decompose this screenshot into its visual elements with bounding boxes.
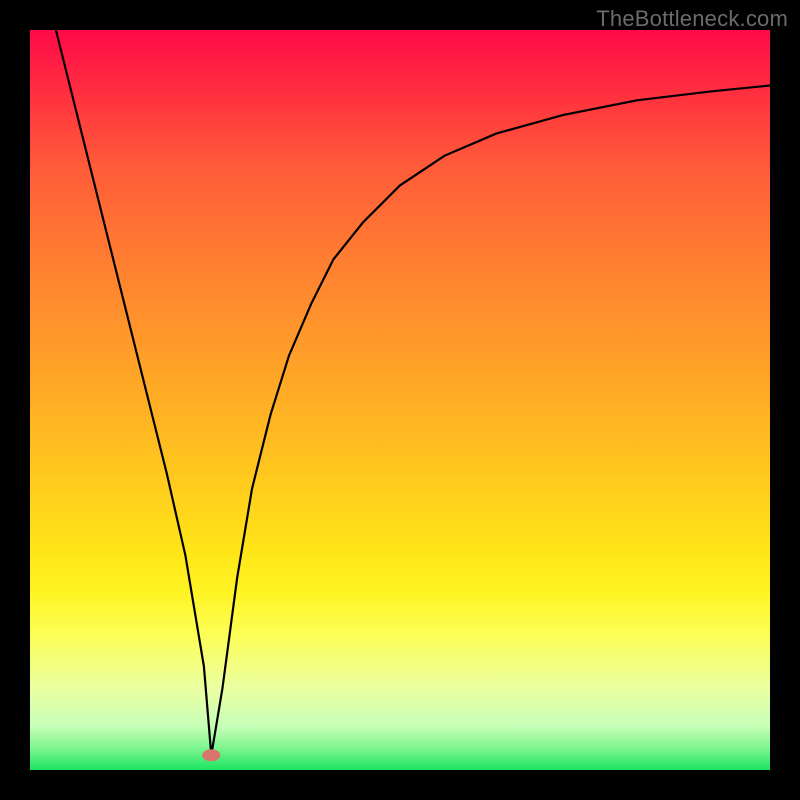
curve-plot	[30, 30, 770, 770]
marker-dot	[202, 749, 220, 761]
chart-area	[30, 30, 770, 770]
bottleneck-curve	[56, 30, 770, 755]
watermark: TheBottleneck.com	[596, 6, 788, 32]
